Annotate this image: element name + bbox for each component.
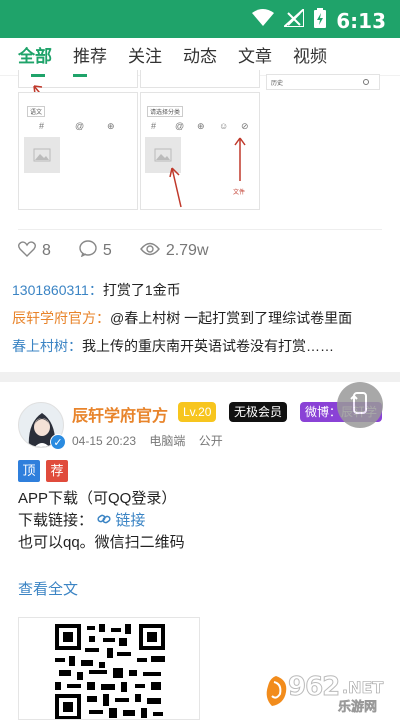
wifi-icon <box>252 9 275 32</box>
divider-line <box>18 229 382 230</box>
image-card-top-middle <box>140 70 260 88</box>
heart-icon <box>18 240 36 262</box>
subject-label: 语文 <box>27 106 46 117</box>
post-device: 电脑端 <box>149 434 186 448</box>
post-meta: 04-15 20:23 电脑端 公开 <box>72 432 233 449</box>
watermark-domain: .NET <box>342 678 384 698</box>
refresh-icon <box>349 391 371 420</box>
comment-icon <box>79 240 97 262</box>
eye-icon <box>139 242 160 261</box>
recommended-tag: 荐 <box>46 460 68 482</box>
pinned-tag: 顶 <box>18 460 40 482</box>
comment-text: 打赏了1金币 <box>102 282 181 298</box>
comment-text: 我上传的重庆南开英语试卷没有打赏…… <box>82 338 334 354</box>
post-visibility: 公开 <box>198 434 223 448</box>
comment-user[interactable]: 春上村树： <box>12 338 82 354</box>
post-image[interactable]: 历史 语文 # @ ⊕ 请选择分类 # @ ⊕ ☺ ⊘ 文件 <box>18 70 383 216</box>
file-label: 文件 <box>233 190 246 196</box>
status-time: 6:13 <box>336 8 386 33</box>
floating-action-button[interactable] <box>337 382 383 428</box>
watermark-number: 962 <box>287 672 340 703</box>
link-label: 链接 <box>115 512 146 529</box>
like-count: 8 <box>42 242 51 259</box>
watermark-site-name: 乐游网 <box>338 700 378 716</box>
download-label: 下载链接： <box>18 512 94 529</box>
comment-item[interactable]: 辰轩学府官方：@春上村树 一起打赏到了理综试卷里面 <box>12 304 392 332</box>
logo-icon <box>266 676 287 706</box>
status-bar: 6:13 <box>0 0 400 38</box>
comment-user[interactable]: 1301860311： <box>12 282 103 298</box>
vip-badge: 无极会员 <box>229 402 288 422</box>
view-count: 2.79w <box>165 242 209 259</box>
view-full-text-link[interactable]: 查看全文 <box>18 578 78 599</box>
image-card-left: 语文 # @ ⊕ <box>18 92 138 210</box>
comment-count: 5 <box>102 242 112 259</box>
red-arrow-icon <box>169 167 182 208</box>
site-watermark: 962 .NET 乐游网 <box>262 668 396 716</box>
level-badge: Lv.20 <box>178 402 217 422</box>
author-name[interactable]: 辰轩学府官方 <box>72 402 168 426</box>
comment-text: @春上村树 一起打赏到了理综试卷里面 <box>110 310 353 326</box>
red-arrow-icon <box>234 137 246 181</box>
category-label: 请选择分类 <box>147 106 184 117</box>
post-stats: 8 5 2.79w <box>18 240 209 262</box>
comment-item[interactable]: 1301860311：打赏了1金币 <box>12 276 392 304</box>
verified-icon: ✓ <box>50 434 66 450</box>
post-line: 下载链接： 链接 <box>18 510 185 532</box>
post-body: APP下载（可QQ登录） 下载链接： 链接 也可以qq。微信扫二维码 <box>18 488 185 554</box>
like-button[interactable]: 8 <box>18 240 51 262</box>
post-date: 04-15 20:23 <box>72 434 137 448</box>
post-line: 也可以qq。微信扫二维码 <box>18 534 185 551</box>
image-card-middle: 请选择分类 # @ ⊕ ☺ ⊘ 文件 <box>140 92 260 210</box>
comment-button[interactable]: 5 <box>79 240 112 262</box>
comment-item[interactable]: 春上村树：我上传的重庆南开英语试卷没有打赏…… <box>12 332 392 360</box>
views: 2.79w <box>139 242 209 261</box>
history-label: 历史 <box>271 81 284 87</box>
image-card-history: 历史 <box>266 74 380 90</box>
section-divider <box>0 372 400 382</box>
link-icon <box>97 512 115 529</box>
qr-code-image[interactable] <box>18 617 200 720</box>
comment-user[interactable]: 辰轩学府官方： <box>12 310 110 326</box>
post-line: APP下载（可QQ登录） <box>18 490 177 507</box>
comment-list: 1301860311：打赏了1金币 辰轩学府官方：@春上村树 一起打赏到了理综试… <box>12 276 392 360</box>
signal-icon <box>281 6 306 32</box>
battery-icon <box>314 8 327 33</box>
download-link[interactable]: 链接 <box>97 512 145 529</box>
tab-videos[interactable]: 视频 <box>293 38 327 76</box>
